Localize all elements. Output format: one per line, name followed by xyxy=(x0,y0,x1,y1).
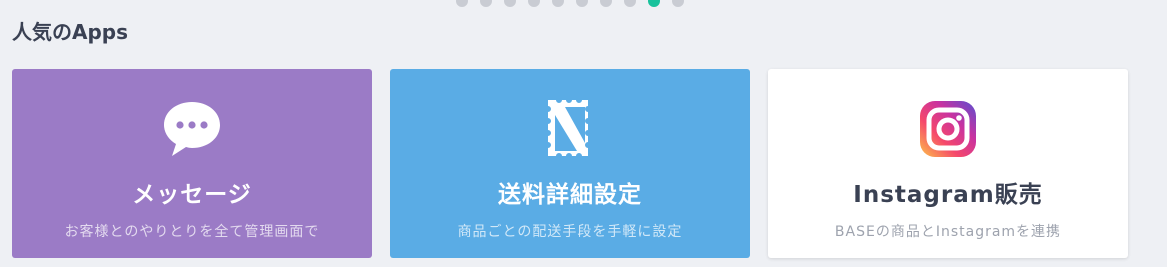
carousel-dot-active[interactable] xyxy=(648,0,660,7)
carousel-dot[interactable] xyxy=(552,0,564,7)
carousel-dot[interactable] xyxy=(528,0,540,7)
app-card-title: 送料詳細設定 xyxy=(498,182,642,208)
shipping-stamp-icon xyxy=(538,97,602,161)
carousel-dot[interactable] xyxy=(624,0,636,7)
app-card-title: Instagram販売 xyxy=(853,182,1043,208)
app-card-description: BASEの商品とInstagramを連携 xyxy=(834,224,1062,240)
carousel-dot[interactable] xyxy=(600,0,612,7)
app-card-title: メッセージ xyxy=(132,182,252,208)
carousel-dot[interactable] xyxy=(504,0,516,7)
app-card-message[interactable]: メッセージ お客様とのやりとりを全て管理画面で xyxy=(12,69,372,258)
carousel-dot[interactable] xyxy=(576,0,588,7)
section-title: 人気のApps xyxy=(12,20,129,44)
app-card-shipping[interactable]: 送料詳細設定 商品ごとの配送手段を手軽に設定 xyxy=(390,69,750,258)
carousel-dot[interactable] xyxy=(480,0,492,7)
carousel-dot[interactable] xyxy=(672,0,684,7)
carousel-dots xyxy=(456,0,684,7)
popular-apps-section: 人気のApps メッセージ お客様とのやりとりを全て管理画面で 送料詳細設定 商… xyxy=(0,0,1167,267)
app-card-list: メッセージ お客様とのやりとりを全て管理画面で 送料詳細設定 商品ごとの配送手段… xyxy=(12,69,1128,258)
app-card-description: 商品ごとの配送手段を手軽に設定 xyxy=(457,224,683,240)
app-card-instagram[interactable]: Instagram販売 BASEの商品とInstagramを連携 xyxy=(768,69,1128,258)
instagram-icon xyxy=(916,97,980,161)
carousel-dot[interactable] xyxy=(456,0,468,7)
app-card-description: お客様とのやりとりを全て管理画面で xyxy=(64,224,320,240)
chat-bubble-icon xyxy=(160,97,224,161)
